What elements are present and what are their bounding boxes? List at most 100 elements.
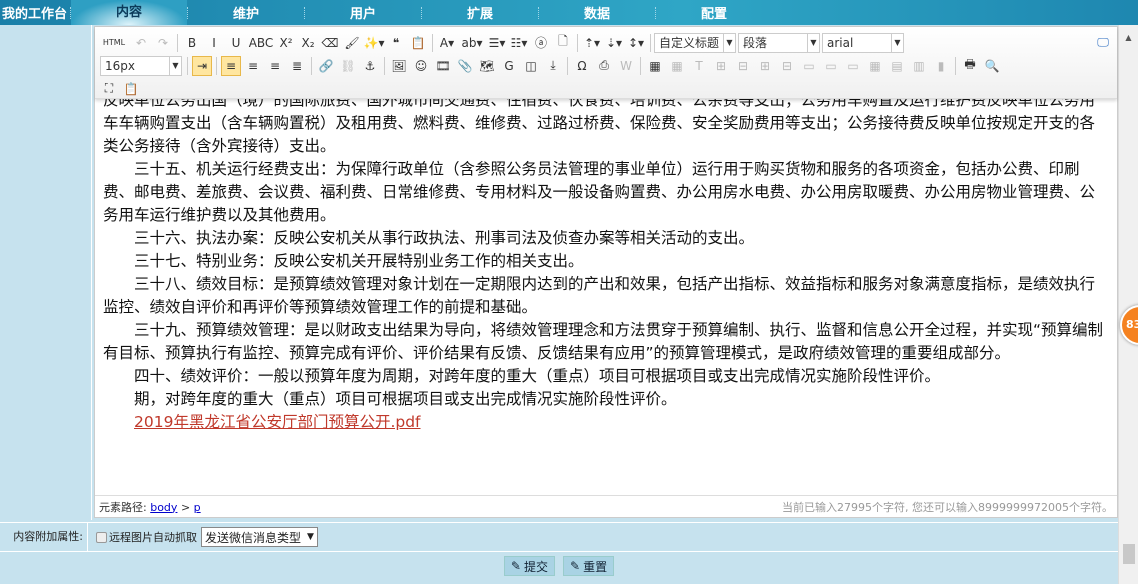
- paragraph-select[interactable]: 段落 ▼: [738, 32, 820, 53]
- map-icon[interactable]: 🗺: [477, 56, 497, 76]
- chevron-down-icon: ▼: [723, 33, 735, 52]
- clear-doc-icon[interactable]: 🗋: [553, 33, 573, 53]
- paragraph: 三十七、特别业务：反映公安机关开展特别业务工作的相关支出。: [134, 252, 584, 270]
- special-char-icon[interactable]: Ω: [572, 56, 592, 76]
- select-all-icon[interactable]: ⓐ: [531, 33, 551, 53]
- submit-button[interactable]: ✎ 提交: [503, 556, 555, 576]
- nav-item[interactable]: 数据: [539, 3, 655, 22]
- reset-button[interactable]: ✎ 重置: [563, 556, 615, 576]
- path-body-link[interactable]: body: [150, 501, 177, 514]
- blockquote-icon[interactable]: ❝: [386, 33, 406, 53]
- insert-col-icon[interactable]: ⊞: [755, 56, 775, 76]
- nav-item[interactable]: 用户: [305, 3, 421, 22]
- anchor-icon[interactable]: ⚓: [360, 56, 380, 76]
- wechat-type-select[interactable]: 发送微信消息类型 ▼: [201, 527, 318, 547]
- highlight-icon[interactable]: ab▾: [459, 33, 485, 53]
- preview-icon[interactable]: 🔍: [982, 56, 1002, 76]
- split-cols-icon[interactable]: ▥: [909, 56, 929, 76]
- merge-right-icon[interactable]: ▭: [821, 56, 841, 76]
- nav-item[interactable]: 维护: [188, 3, 304, 22]
- row-spacing-top-icon[interactable]: ⇡▾: [582, 33, 602, 53]
- link-icon[interactable]: 🔗: [316, 56, 336, 76]
- scroll-up-icon[interactable]: ▲: [1119, 33, 1138, 42]
- heading-select-value: 自定义标题: [659, 36, 720, 50]
- toolbar-separator: [955, 56, 956, 75]
- paragraph-select-value: 段落: [743, 36, 768, 50]
- strikethrough-icon[interactable]: ABC: [248, 33, 274, 53]
- paste-plain-icon[interactable]: 📋: [121, 79, 141, 99]
- edit-icon: ✎: [570, 559, 581, 573]
- indent-icon[interactable]: ⇥: [192, 55, 212, 76]
- video-icon[interactable]: 🎞: [433, 56, 453, 76]
- ordered-list-icon[interactable]: ☰▾: [487, 33, 507, 53]
- toolbar-separator: [577, 33, 578, 52]
- undo-icon[interactable]: ↶: [131, 33, 151, 53]
- nav-item[interactable]: 扩展: [422, 3, 538, 22]
- pagebreak-icon[interactable]: ⤓: [543, 56, 563, 76]
- italic-icon[interactable]: I: [204, 33, 224, 53]
- font-select-value: arial: [827, 35, 854, 50]
- fullscreen-icon[interactable]: 🖵: [1093, 33, 1113, 53]
- nav-item[interactable]: 我的工作台: [0, 3, 70, 22]
- paragraph: 三十五、机关运行经费支出：为保障行政单位（含参照公务员法管理的事业单位）运行用于…: [103, 160, 1096, 224]
- snapscreen-icon[interactable]: ⎙: [594, 56, 614, 76]
- subscript-icon[interactable]: X₂: [298, 33, 318, 53]
- editor-status-bar: 元素路径: body > p 当前已输入27995个字符, 您还可以输入8999…: [95, 495, 1117, 517]
- eraser-icon[interactable]: ⌫: [320, 33, 340, 53]
- print-icon[interactable]: 🖶: [960, 56, 980, 76]
- emoticon-icon[interactable]: ☺: [411, 56, 431, 76]
- bold-icon[interactable]: B: [182, 33, 202, 53]
- insert-caption-icon[interactable]: T: [689, 56, 709, 76]
- paste-text-icon[interactable]: 📋: [408, 33, 428, 53]
- heading-select[interactable]: 自定义标题 ▼: [654, 32, 736, 53]
- merge-down-icon[interactable]: ▭: [843, 56, 863, 76]
- magic-wand-icon[interactable]: ✨▾: [364, 33, 385, 53]
- remote-image-checkbox[interactable]: [96, 531, 107, 543]
- search-replace-icon[interactable]: ⛶: [99, 79, 119, 99]
- toolbar-separator: [384, 56, 385, 75]
- underline-icon[interactable]: U: [226, 33, 246, 53]
- char-count: 当前已输入27995个字符, 您还可以输入8999999972005个字符。: [782, 500, 1113, 514]
- chart-icon[interactable]: ▮: [931, 56, 951, 76]
- row-spacing-bottom-icon[interactable]: ⇣▾: [604, 33, 624, 53]
- split-rows-icon[interactable]: ▤: [887, 56, 907, 76]
- font-color-icon[interactable]: A▾: [437, 33, 457, 53]
- format-brush-icon[interactable]: 🖌: [342, 33, 362, 53]
- delete-table-icon[interactable]: ▦: [667, 56, 687, 76]
- attachment-icon[interactable]: 📎: [455, 56, 475, 76]
- image-icon[interactable]: 🖼: [389, 56, 409, 76]
- iframe-icon[interactable]: ◫: [521, 56, 541, 76]
- unlink-icon[interactable]: ⛓: [338, 56, 358, 76]
- nav-item[interactable]: 配置: [656, 3, 772, 22]
- toolbar-separator: [216, 56, 217, 75]
- unordered-list-icon[interactable]: ☷▾: [509, 33, 529, 53]
- pdf-link[interactable]: 2019年黑龙江省公安厅部门预算公开.pdf: [103, 411, 1109, 434]
- html-source-icon[interactable]: HTML: [99, 33, 129, 53]
- align-center-icon[interactable]: ≡: [243, 56, 263, 76]
- line-height-icon[interactable]: ↕▾: [626, 33, 646, 53]
- align-right-icon[interactable]: ≡: [265, 56, 285, 76]
- remote-image-label: 远程图片自动抓取: [109, 531, 197, 544]
- toolbar-separator: [432, 33, 433, 52]
- path-p-link[interactable]: p: [194, 501, 201, 514]
- paragraph: 三十六、执法办案：反映公安机关从事行政执法、刑事司法及侦查办案等相关活动的支出。: [134, 229, 755, 247]
- form-actions: ✎ 提交 ✎ 重置: [0, 556, 1118, 578]
- delete-col-icon[interactable]: ⊟: [777, 56, 797, 76]
- merge-cells-icon[interactable]: ▭: [799, 56, 819, 76]
- insert-row-icon[interactable]: ⊞: [711, 56, 731, 76]
- edit-icon: ✎: [510, 559, 521, 573]
- gmap-icon[interactable]: G: [499, 56, 519, 76]
- delete-row-icon[interactable]: ⊟: [733, 56, 753, 76]
- justify-icon[interactable]: ≣: [287, 56, 307, 76]
- editor-content[interactable]: 反映单位公务出国（境）的国际旅费、国外城市间交通费、住宿费、伙食费、培训费、公杂…: [95, 99, 1117, 495]
- superscript-icon[interactable]: X²: [276, 33, 296, 53]
- word-image-icon[interactable]: W: [616, 56, 636, 76]
- insert-table-icon[interactable]: ▦: [645, 56, 665, 76]
- align-left-icon[interactable]: ≡: [221, 55, 241, 76]
- nav-item[interactable]: 内容: [71, 0, 187, 25]
- font-size-select[interactable]: 16px ▼: [100, 55, 182, 76]
- font-family-select[interactable]: arial ▼: [822, 32, 904, 53]
- split-cells-icon[interactable]: ▦: [865, 56, 885, 76]
- redo-icon[interactable]: ↷: [153, 33, 173, 53]
- scroll-thumb[interactable]: [1123, 544, 1135, 564]
